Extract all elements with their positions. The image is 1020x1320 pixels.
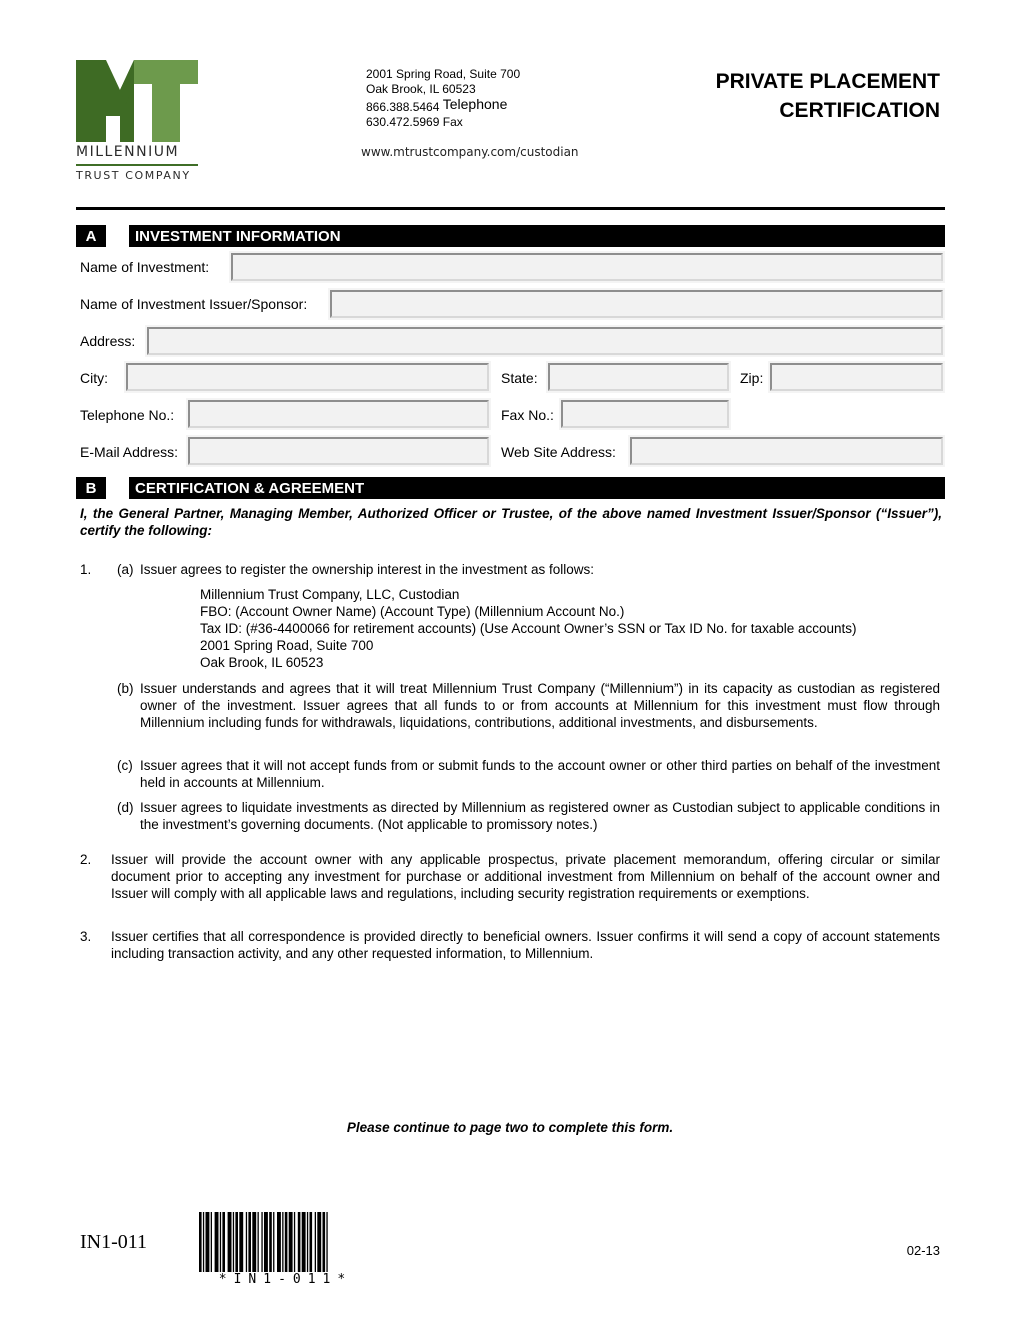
barcode-bar: [317, 1212, 322, 1272]
barcode-icon: [199, 1212, 328, 1272]
section-a-heading: INVESTMENT INFORMATION: [129, 225, 945, 247]
zip-field[interactable]: [768, 361, 945, 393]
barcode-bar: [309, 1212, 313, 1272]
fax-field[interactable]: [559, 398, 731, 430]
barcode-bar: [326, 1212, 328, 1272]
barcode-bar: [288, 1212, 293, 1272]
website-link[interactable]: www.mtrustcompany.com/custodian: [361, 145, 579, 159]
barcode-bar: [314, 1212, 316, 1272]
header-divider: [76, 207, 945, 210]
barcode-bar: [301, 1212, 306, 1272]
barcode-bar: [284, 1212, 288, 1272]
item2-text: Issuer will provide the account owner wi…: [111, 852, 940, 901]
item1d-label: (d): [117, 800, 134, 815]
zip-label: Zip:: [740, 370, 764, 386]
item3-text: Issuer certifies that all correspondence…: [111, 929, 940, 961]
section-b-heading: CERTIFICATION & AGREEMENT: [129, 477, 945, 499]
barcode-bar: [252, 1212, 257, 1272]
website-label: Web Site Address:: [501, 444, 616, 460]
name-of-investment-label: Name of Investment:: [80, 259, 210, 275]
issuer-sponsor-field[interactable]: [328, 288, 945, 320]
address-line2: Oak Brook, IL 60523: [366, 82, 476, 96]
fax-line: 630.472.5969 Fax: [366, 115, 463, 129]
barcode-bar: [239, 1212, 244, 1272]
state-label: State:: [501, 370, 538, 386]
registration-line: Oak Brook, IL 60523: [200, 655, 324, 670]
email-field[interactable]: [186, 435, 491, 467]
item2-number: 2.: [80, 852, 92, 867]
registration-line: Millennium Trust Company, LLC, Custodian: [200, 587, 460, 602]
section-b-letter: B: [76, 477, 106, 499]
barcode-bar: [264, 1212, 268, 1272]
telephone-label: Telephone: [442, 96, 508, 112]
barcode-bar: [222, 1212, 225, 1272]
address-field[interactable]: [145, 325, 945, 357]
form-id: IN1-011: [80, 1231, 148, 1253]
state-field[interactable]: [546, 361, 731, 393]
item1c-text: Issuer agrees that it will not accept fu…: [140, 758, 940, 790]
logo-divider: [76, 164, 198, 166]
city-label: City:: [80, 370, 108, 386]
registration-line: Tax ID: (#36-4400066 for retirement acco…: [200, 621, 857, 636]
telephone-label: Telephone No.:: [80, 407, 175, 423]
item1d-text: Issuer agrees to liquidate investments a…: [140, 800, 940, 832]
registration-line: 2001 Spring Road, Suite 700: [200, 638, 374, 653]
telephone-line: 866.388.5464 Telephone: [366, 96, 520, 115]
item1-number: 1.: [80, 562, 92, 577]
revision-date: 02-13: [906, 1243, 940, 1258]
barcode-bar: [306, 1212, 309, 1272]
continue-note: Please continue to page two to complete …: [346, 1120, 674, 1135]
item1a-label: (a): [117, 562, 134, 577]
title-line1: PRIVATE PLACEMENT: [715, 70, 940, 93]
barcode-bar: [199, 1212, 202, 1272]
item1c-label: (c): [117, 758, 133, 773]
issuer-sponsor-label: Name of Investment Issuer/Sponsor:: [80, 296, 308, 312]
barcode-bar: [282, 1212, 284, 1272]
address-label: Address:: [80, 333, 136, 349]
email-label: E-Mail Address:: [80, 444, 179, 460]
barcode-bar: [214, 1212, 219, 1272]
barcode-bar: [269, 1212, 272, 1272]
registration-line: FBO: (Account Owner Name) (Account Type)…: [200, 604, 625, 619]
contact-block: 2001 Spring Road, Suite 700 Oak Brook, I…: [366, 67, 520, 130]
item1a-text: Issuer agrees to register the ownership …: [140, 562, 594, 577]
logo-name: MILLENNIUM: [76, 144, 180, 160]
document-title: PRIVATE PLACEMENT CERTIFICATION: [716, 67, 940, 125]
barcode-bar: [273, 1212, 275, 1272]
barcode-bar: [227, 1212, 232, 1272]
item3-number: 3.: [80, 929, 92, 944]
logo-subtitle: TRUST COMPANY: [76, 169, 191, 182]
barcode-bar: [257, 1212, 259, 1272]
barcode-bar: [219, 1212, 222, 1272]
section-a-letter: A: [76, 225, 106, 247]
barcode-bar: [293, 1212, 296, 1272]
barcode-bar: [322, 1212, 326, 1272]
item1b-label: (b): [117, 681, 134, 696]
barcode-bar: [261, 1212, 263, 1272]
barcode-text: *IN1-011*: [218, 1272, 353, 1287]
barcode-bar: [210, 1212, 212, 1272]
barcode-bar: [205, 1212, 210, 1272]
name-of-investment-field[interactable]: [229, 251, 945, 283]
title-line2: CERTIFICATION: [779, 99, 940, 122]
barcode-bar: [202, 1212, 205, 1272]
telephone-number: 866.388.5464: [366, 100, 440, 114]
barcode-bar: [248, 1212, 251, 1272]
mt-monogram-icon: [76, 60, 198, 142]
company-logo: MILLENNIUM TRUST COMPANY: [76, 60, 198, 186]
barcode-bar: [232, 1212, 235, 1272]
telephone-field[interactable]: [186, 398, 491, 430]
barcode-bar: [235, 1212, 238, 1272]
barcode-bar: [297, 1212, 301, 1272]
registration-block: Millennium Trust Company, LLC, Custodian…: [200, 586, 857, 671]
website-field[interactable]: [628, 435, 945, 467]
certification-intro: I, the General Partner, Managing Member,…: [80, 506, 942, 538]
barcode-bar: [245, 1212, 248, 1272]
barcode-bar: [277, 1212, 281, 1272]
item1b-text: Issuer understands and agrees that it wi…: [140, 681, 940, 730]
address-line1: 2001 Spring Road, Suite 700: [366, 67, 521, 81]
fax-label: Fax No.:: [501, 407, 554, 423]
city-field[interactable]: [124, 361, 491, 393]
